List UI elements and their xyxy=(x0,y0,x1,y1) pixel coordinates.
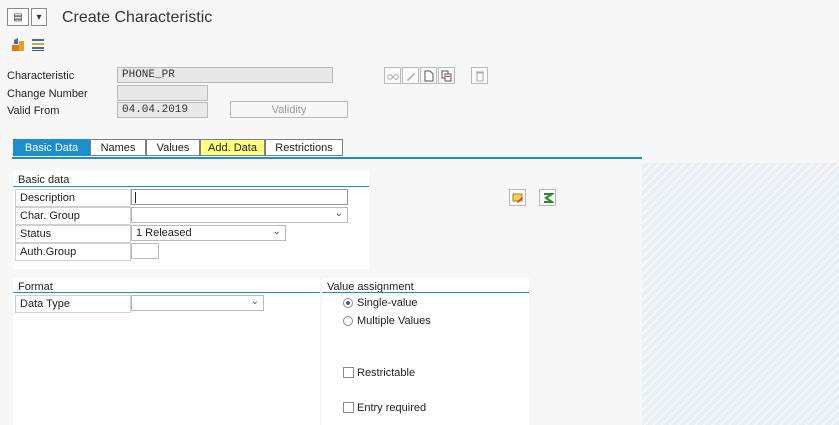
multiple-values-label: Multiple Values xyxy=(357,315,431,327)
single-value-radio[interactable] xyxy=(343,298,353,308)
glasses-icon xyxy=(386,73,399,80)
valid-from-field[interactable]: 04.04.2019 xyxy=(117,102,208,118)
copy-icon xyxy=(441,70,451,81)
notes-button[interactable] xyxy=(509,189,526,206)
tab-names[interactable]: Names xyxy=(90,139,146,156)
status-label: Status xyxy=(15,225,131,243)
data-type-label: Data Type xyxy=(15,295,131,313)
dropdown-menu-button[interactable]: ▾ xyxy=(31,8,47,26)
text-cursor xyxy=(135,192,136,203)
change-number-label: Change Number xyxy=(7,88,88,100)
class-assignment-icon[interactable] xyxy=(10,37,26,53)
tab-basic-data[interactable]: Basic Data xyxy=(13,139,90,156)
page-title: Create Characteristic xyxy=(62,9,213,26)
data-type-select[interactable]: ⌄ xyxy=(131,295,264,311)
change-button[interactable] xyxy=(402,67,419,84)
single-value-label: Single-value xyxy=(357,297,418,309)
create-button[interactable] xyxy=(420,67,437,84)
basic-data-title: Basic data xyxy=(18,174,70,186)
value-assignment-divider xyxy=(322,292,529,293)
status-select[interactable]: 1 Released ⌄ xyxy=(131,225,286,241)
object-list-icon[interactable] xyxy=(30,37,46,53)
tab-restrictions[interactable]: Restrictions xyxy=(265,139,343,156)
dependencies-button[interactable] xyxy=(539,189,556,206)
chevron-down-icon: ▾ xyxy=(36,11,42,23)
entry-required-label: Entry required xyxy=(357,402,427,414)
tab-values[interactable]: Values xyxy=(146,139,200,156)
delete-button[interactable] xyxy=(471,67,488,84)
background-pattern xyxy=(642,163,839,425)
description-input[interactable] xyxy=(131,189,348,205)
pencil-icon xyxy=(406,72,415,81)
chevron-down-icon: ⌄ xyxy=(272,226,281,237)
valid-from-label: Valid From xyxy=(7,105,60,117)
dependency-icon xyxy=(543,192,554,203)
auth-group-input[interactable] xyxy=(131,243,159,259)
format-divider xyxy=(13,292,320,293)
multiple-values-radio[interactable] xyxy=(343,316,353,326)
trash-icon xyxy=(475,71,484,81)
description-label: Description xyxy=(15,189,131,207)
change-number-field[interactable] xyxy=(117,85,208,101)
document-icon xyxy=(424,70,433,81)
display-button[interactable] xyxy=(384,67,401,84)
basic-data-divider xyxy=(13,186,369,187)
chevron-down-icon: ⌄ xyxy=(334,208,343,219)
note-edit-icon xyxy=(512,193,523,203)
restrictable-label: Restrictable xyxy=(357,367,416,379)
auth-group-label: Auth.Group xyxy=(15,243,131,261)
characteristic-field[interactable]: PHONE_PR xyxy=(117,67,333,83)
tab-underline xyxy=(12,157,642,159)
tab-add-data[interactable]: Add. Data xyxy=(200,139,265,156)
restrictable-checkbox[interactable] xyxy=(343,367,354,378)
entry-required-checkbox[interactable] xyxy=(343,402,354,413)
char-group-select[interactable]: ⌄ xyxy=(131,207,348,223)
characteristic-label: Characteristic xyxy=(7,70,75,82)
window-menu-icon: ▤ xyxy=(13,11,23,23)
copy-button[interactable] xyxy=(438,67,455,84)
char-group-label: Char. Group xyxy=(15,207,131,225)
system-menu-button[interactable]: ▤ xyxy=(7,8,29,26)
validity-button[interactable]: Validity xyxy=(230,101,348,118)
chevron-down-icon: ⌄ xyxy=(250,296,259,307)
